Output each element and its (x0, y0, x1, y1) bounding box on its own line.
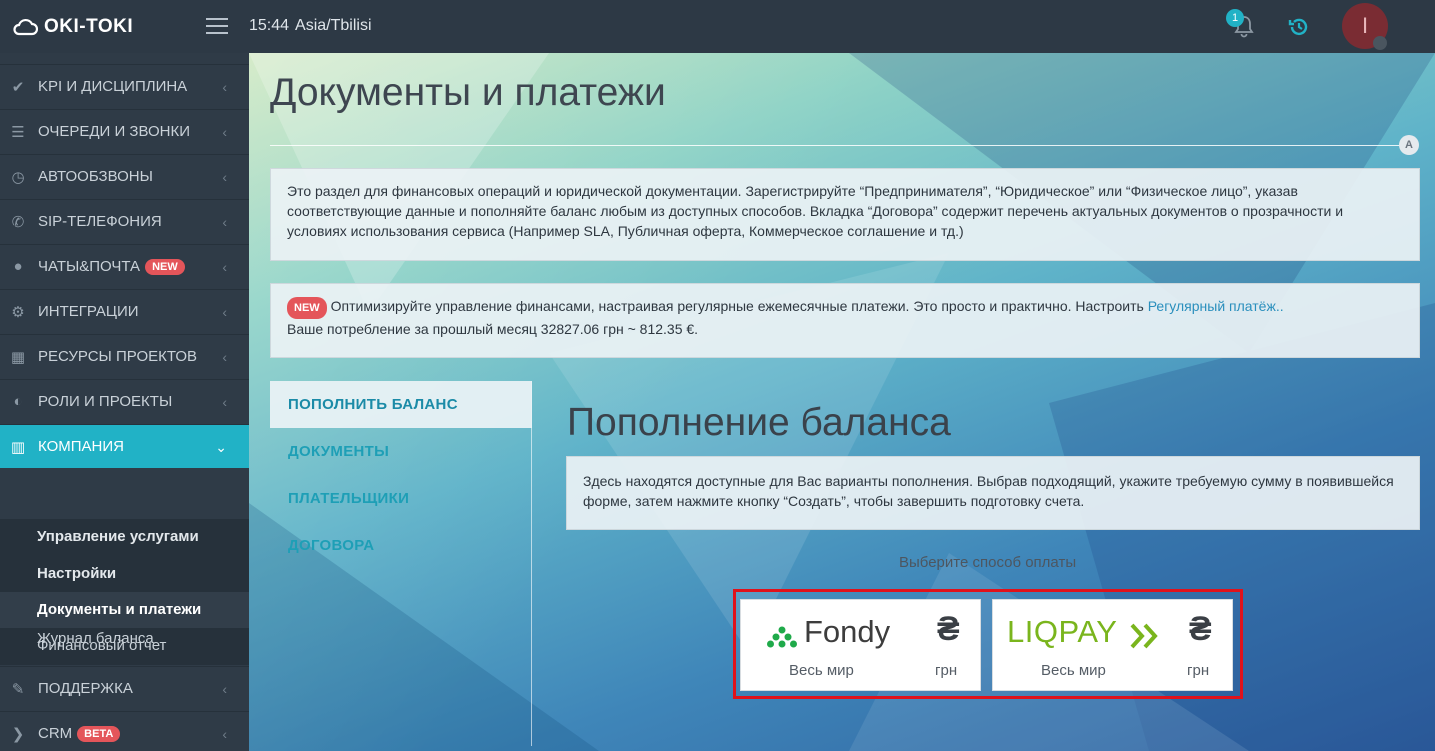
new-badge: NEW (145, 258, 185, 275)
chat-icon: ● (13, 258, 23, 275)
brand-name: OKI-TOKI (44, 16, 134, 37)
chevron-left-icon: ‹ (222, 79, 227, 95)
intro-info-box: Это раздел для финансовых операций и юри… (270, 168, 1420, 261)
hryvnia-icon: ₴ (1189, 610, 1212, 648)
sidebar-item-support[interactable]: ✎ ПОДДЕРЖКА ‹ (0, 666, 249, 710)
intro-text: Это раздел для финансовых операций и юри… (287, 183, 1344, 239)
menu-toggle-icon[interactable] (206, 18, 228, 34)
page-title: Документы и платежи (270, 71, 666, 114)
section-title: Пополнение баланса (567, 401, 951, 444)
beta-badge: BETA (77, 725, 121, 742)
chevron-left-icon: ‹ (222, 214, 227, 230)
phone-icon: ✆ (11, 213, 25, 231)
submenu-item-settings[interactable]: Настройки (0, 556, 249, 592)
submenu-item-services[interactable]: Управление услугами (0, 519, 249, 555)
sidebar-item-queues[interactable]: ☰ ОЧЕРЕДИ И ЗВОНКИ ‹ (0, 109, 249, 153)
sidebar-item-kpi[interactable]: ✔ KPI И ДИСЦИПЛИНА ‹ (0, 64, 249, 108)
sidebar: ✔ KPI И ДИСЦИПЛИНА ‹ ☰ ОЧЕРЕДИ И ЗВОНКИ … (0, 53, 249, 751)
sidebar-item-label: KPI И ДИСЦИПЛИНА (38, 78, 188, 95)
payment-method-liqpay[interactable]: LIQPAY Весь мир ₴ грн (992, 599, 1233, 691)
sidebar-item-integrations[interactable]: ⚙ ИНТЕГРАЦИИ ‹ (0, 289, 249, 333)
top-up-info-box: Здесь находятся доступные для Вас вариан… (566, 456, 1420, 530)
chevron-left-icon: ‹ (222, 169, 227, 185)
main-content: Документы и платежи A Это раздел для фин… (249, 53, 1435, 751)
chevron-left-icon: ‹ (222, 681, 227, 697)
history-icon[interactable] (1288, 16, 1310, 38)
chevron-left-icon: ‹ (222, 259, 227, 275)
chevron-left-icon: ‹ (222, 349, 227, 365)
clock: 15:44 Asia/Tbilisi (249, 17, 372, 35)
check-icon: ✔ (11, 78, 25, 96)
tab-contracts[interactable]: ДОГОВОРА (270, 522, 532, 569)
grid-icon: ▦ (10, 348, 26, 366)
sidebar-item-autodial[interactable]: ◷ АВТООБЗВОНЫ ‹ (0, 154, 249, 198)
sidebar-item-label: РОЛИ И ПРОЕКТЫ (38, 393, 173, 410)
sidebar-item-chats[interactable]: ● ЧАТЫ&ПОЧТА NEW ‹ (0, 244, 249, 288)
cloud-logo-icon (13, 18, 38, 36)
chevron-left-icon: ‹ (222, 726, 227, 742)
collapse-toggle[interactable]: A (1399, 135, 1419, 155)
sidebar-item-label: АВТООБЗВОНЫ (38, 168, 153, 185)
new-badge: NEW (287, 297, 327, 319)
chevron-left-icon: ‹ (222, 124, 227, 140)
logo[interactable]: OKI-TOKI (12, 14, 133, 40)
title-divider (270, 145, 1400, 146)
liqpay-region: Весь мир (1041, 662, 1106, 679)
sidebar-item-crm[interactable]: ❯ CRM BETA ‹ (0, 711, 249, 751)
clock-time: 15:44 (249, 17, 290, 34)
sidebar-item-company[interactable]: ▥ КОМПАНИЯ ⌄ (0, 424, 249, 468)
wrench-icon: ✎ (11, 680, 25, 698)
chevron-left-icon: ‹ (222, 304, 227, 320)
choose-payment-label: Выберите способ оплаты (899, 554, 1077, 571)
document-tabs: ПОПОЛНИТЬ БАЛАНС ДОКУМЕНТЫ ПЛАТЕЛЬЩИКИ Д… (270, 381, 532, 746)
consumption-text: Ваше потребление за прошлый месяц 32827.… (287, 321, 699, 337)
top-bar: OKI-TOKI 15:44 Asia/Tbilisi 1 I (0, 0, 1435, 53)
liqpay-name: LIQPAY (1007, 614, 1118, 649)
bar-chart-icon: ▥ (10, 438, 26, 456)
sidebar-item-roles[interactable]: ◐ РОЛИ И ПРОЕКТЫ ‹ (0, 379, 249, 423)
fondy-name: Fondy (804, 614, 891, 649)
gears-icon: ⚙ (11, 303, 25, 321)
double-chevron-icon (1130, 623, 1158, 649)
clock-icon: ◷ (11, 168, 25, 186)
top-up-info-text: Здесь находятся доступные для Вас вариан… (583, 473, 1394, 509)
list-icon: ☰ (11, 123, 25, 141)
sidebar-item-label: ИНТЕГРАЦИИ (38, 303, 139, 320)
sidebar-item-label: ПОДДЕРЖКА (38, 680, 133, 697)
sidebar-item-sip[interactable]: ✆ SIP-ТЕЛЕФОНИЯ ‹ (0, 199, 249, 243)
clock-timezone: Asia/Tbilisi (295, 17, 372, 34)
toggle-icon: ◐ (13, 393, 23, 410)
liqpay-currency: грн (1187, 662, 1210, 679)
notice-text: Оптимизируйте управление финансами, наст… (330, 298, 1144, 314)
recurring-payment-link[interactable]: Регулярный платёж.. (1148, 298, 1284, 314)
sidebar-item-label: КОМПАНИЯ (38, 438, 124, 455)
submenu-item-balance-journal[interactable]: Журнал баланса (0, 621, 249, 657)
fondy-currency: грн (935, 662, 958, 679)
tab-documents[interactable]: ДОКУМЕНТЫ (270, 428, 532, 475)
fondy-logo-icon (767, 626, 797, 648)
tab-payers[interactable]: ПЛАТЕЛЬЩИКИ (270, 475, 532, 522)
notification-badge: 1 (1226, 9, 1244, 27)
payment-method-fondy[interactable]: Fondy Весь мир ₴ грн (740, 599, 981, 691)
tab-top-up[interactable]: ПОПОЛНИТЬ БАЛАНС (270, 381, 532, 428)
crm-icon: ❯ (11, 725, 25, 743)
hryvnia-icon: ₴ (937, 610, 960, 648)
sidebar-item-resources[interactable]: ▦ РЕСУРСЫ ПРОЕКТОВ ‹ (0, 334, 249, 378)
sidebar-item-label: ЧАТЫ&ПОЧТА (38, 258, 141, 275)
sidebar-item-label: ОЧЕРЕДИ И ЗВОНКИ (38, 123, 190, 140)
notice-box: NEW Оптимизируйте управление финансами, н… (270, 283, 1420, 358)
sidebar-item-label: РЕСУРСЫ ПРОЕКТОВ (38, 348, 198, 365)
sidebar-item-label: SIP-ТЕЛЕФОНИЯ (38, 213, 162, 230)
status-indicator (1373, 36, 1387, 50)
sidebar-item-label: CRM (38, 725, 73, 742)
payment-methods-frame: Fondy Весь мир ₴ грн LIQPAY Весь мир ₴ г… (733, 589, 1243, 699)
fondy-region: Весь мир (789, 662, 854, 679)
chevron-left-icon: ‹ (222, 394, 227, 410)
chevron-down-icon: ⌄ (215, 439, 227, 455)
